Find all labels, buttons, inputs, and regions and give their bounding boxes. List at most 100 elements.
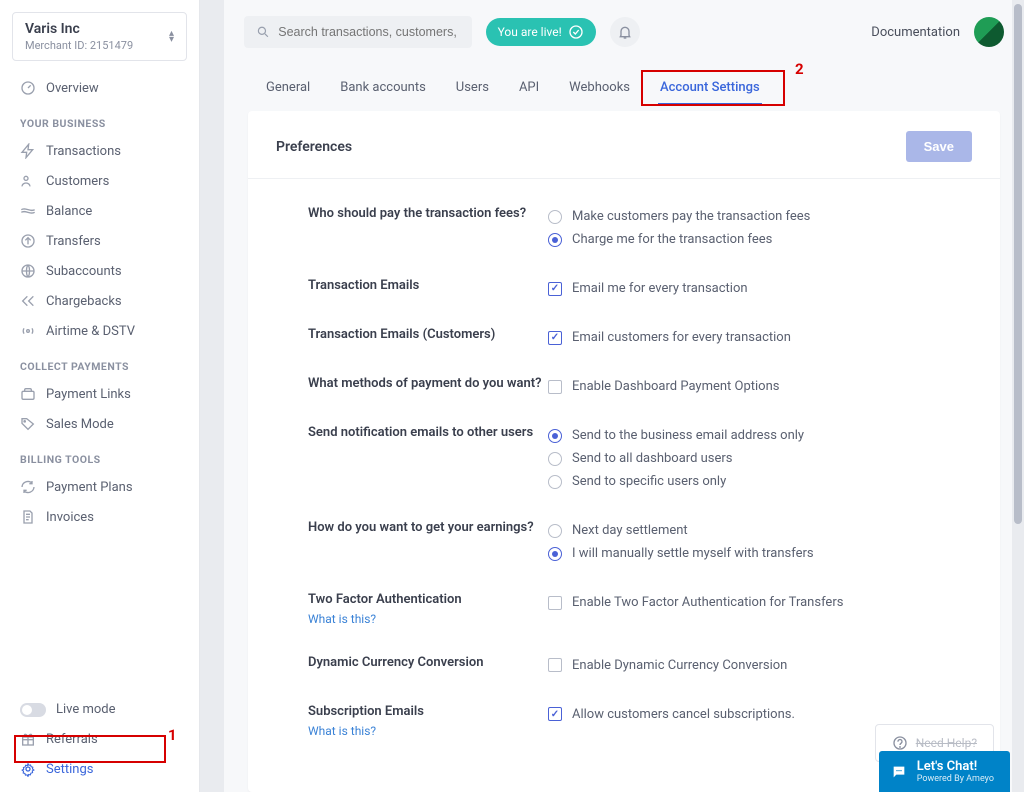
sidebar-item-label: Payment Plans bbox=[46, 480, 133, 495]
sidebar-item-airtime[interactable]: Airtime & DSTV bbox=[0, 316, 199, 346]
sidebar-item-overview[interactable]: Overview bbox=[0, 73, 199, 103]
chevron-updown-icon: ▴▾ bbox=[169, 31, 174, 43]
sidebar-item-customers[interactable]: Customers bbox=[0, 166, 199, 196]
globe-icon bbox=[20, 263, 36, 279]
sidebar-item-label: Customers bbox=[46, 174, 109, 189]
opt-methods[interactable]: Enable Dashboard Payment Options bbox=[548, 375, 972, 398]
wallet-icon bbox=[20, 203, 36, 219]
opt-tx-emails[interactable]: Email me for every transaction bbox=[548, 277, 972, 300]
sidebar-item-label: Sales Mode bbox=[46, 417, 114, 432]
sidebar-item-payment-plans[interactable]: Payment Plans bbox=[0, 472, 199, 502]
opt-twofa[interactable]: Enable Two Factor Authentication for Tra… bbox=[548, 591, 972, 614]
tab-account-settings[interactable]: Account Settings bbox=[658, 74, 762, 105]
opt-earnings-manual[interactable]: I will manually settle myself with trans… bbox=[548, 542, 972, 565]
pref-label-twofa: Two Factor AuthenticationWhat is this? bbox=[308, 591, 548, 628]
bolt-icon bbox=[20, 143, 36, 159]
save-button[interactable]: Save bbox=[906, 131, 972, 162]
sidebar-item-label: Airtime & DSTV bbox=[46, 324, 135, 339]
help-circle-icon bbox=[892, 735, 908, 751]
sidebar-section-collect: COLLECT PAYMENTS bbox=[0, 346, 199, 379]
opt-tx-emails-cust[interactable]: Email customers for every transaction bbox=[548, 326, 972, 349]
sidebar-item-chargebacks[interactable]: Chargebacks bbox=[0, 286, 199, 316]
sidebar-item-label: Balance bbox=[46, 204, 92, 219]
radio-icon bbox=[548, 475, 562, 489]
transfer-icon bbox=[20, 233, 36, 249]
pref-label-tx-emails: Transaction Emails bbox=[308, 277, 548, 300]
tab-bank-accounts[interactable]: Bank accounts bbox=[338, 74, 428, 105]
search-icon bbox=[256, 24, 270, 40]
sidebar-item-label: Transactions bbox=[46, 144, 121, 159]
sidebar-item-transfers[interactable]: Transfers bbox=[0, 226, 199, 256]
radio-icon bbox=[548, 524, 562, 538]
documentation-link[interactable]: Documentation bbox=[871, 25, 960, 40]
live-pill[interactable]: You are live! bbox=[486, 18, 596, 46]
gift-icon bbox=[20, 731, 36, 747]
opt-fees-customers[interactable]: Make customers pay the transaction fees bbox=[548, 205, 972, 228]
opt-fees-me[interactable]: Charge me for the transaction fees bbox=[548, 228, 972, 251]
sidebar-item-invoices[interactable]: Invoices bbox=[0, 502, 199, 532]
tab-webhooks[interactable]: Webhooks bbox=[567, 74, 632, 105]
avatar[interactable] bbox=[974, 17, 1004, 47]
checkbox-icon bbox=[548, 282, 562, 296]
sidebar-item-transactions[interactable]: Transactions bbox=[0, 136, 199, 166]
radio-icon bbox=[548, 210, 562, 224]
search-input[interactable] bbox=[278, 25, 459, 39]
sidebar-item-payment-links[interactable]: Payment Links bbox=[0, 379, 199, 409]
gear-icon bbox=[20, 761, 36, 777]
merchant-selector[interactable]: Varis Inc Merchant ID: 2151479 ▴▾ bbox=[12, 12, 187, 61]
sub-help-link[interactable]: What is this? bbox=[308, 723, 548, 740]
radio-icon bbox=[548, 547, 562, 561]
sidebar-item-label: Transfers bbox=[46, 234, 101, 249]
notifications-button[interactable] bbox=[610, 17, 640, 47]
scrollbar-thumb[interactable] bbox=[1014, 4, 1022, 524]
annotation-number-2: 2 bbox=[795, 60, 804, 78]
chat-title: Let's Chat! bbox=[917, 759, 994, 774]
radio-icon bbox=[548, 429, 562, 443]
opt-notif-specific[interactable]: Send to specific users only bbox=[548, 470, 972, 493]
checkbox-icon bbox=[548, 596, 562, 610]
merchant-id: Merchant ID: 2151479 bbox=[25, 39, 133, 52]
gauge-icon bbox=[20, 80, 36, 96]
tab-users[interactable]: Users bbox=[454, 74, 491, 105]
sidebar-item-balance[interactable]: Balance bbox=[0, 196, 199, 226]
main-area: You are live! Documentation General Bank… bbox=[224, 0, 1024, 792]
sidebar-item-settings[interactable]: Settings bbox=[0, 754, 199, 784]
opt-notif-all[interactable]: Send to all dashboard users bbox=[548, 447, 972, 470]
checkbox-icon bbox=[548, 707, 562, 721]
pref-label-fees: Who should pay the transaction fees? bbox=[308, 205, 548, 251]
sidebar-section-business: YOUR BUSINESS bbox=[0, 103, 199, 136]
chat-sub: Powered By Ameyo bbox=[917, 774, 994, 784]
opt-notif-business[interactable]: Send to the business email address only bbox=[548, 424, 972, 447]
preferences-card: Preferences Save Who should pay the tran… bbox=[248, 111, 1000, 792]
merchant-name: Varis Inc bbox=[25, 21, 133, 37]
opt-earnings-nextday[interactable]: Next day settlement bbox=[548, 519, 972, 542]
pref-label-tx-emails-cust: Transaction Emails (Customers) bbox=[308, 326, 548, 349]
tab-general[interactable]: General bbox=[264, 74, 312, 105]
sidebar-item-label: Referrals bbox=[46, 732, 98, 747]
sidebar-item-label: Invoices bbox=[46, 510, 94, 525]
cycle-icon bbox=[20, 479, 36, 495]
sidebar-item-live-mode[interactable]: Live mode bbox=[0, 695, 199, 724]
scrollbar[interactable] bbox=[1012, 0, 1024, 792]
settings-tabs: General Bank accounts Users API Webhooks… bbox=[224, 56, 1024, 105]
annotation-number-1: 1 bbox=[168, 726, 177, 744]
card-title: Preferences bbox=[276, 139, 352, 155]
search-box[interactable] bbox=[244, 16, 472, 48]
tag-icon bbox=[20, 416, 36, 432]
link-icon bbox=[20, 386, 36, 402]
twofa-help-link[interactable]: What is this? bbox=[308, 611, 548, 628]
pref-label-methods: What methods of payment do you want? bbox=[308, 375, 548, 398]
opt-dcc[interactable]: Enable Dynamic Currency Conversion bbox=[548, 654, 972, 677]
opt-sub[interactable]: Allow customers cancel subscriptions. bbox=[548, 703, 972, 726]
tab-api[interactable]: API bbox=[517, 74, 541, 105]
document-icon bbox=[20, 509, 36, 525]
radio-icon bbox=[548, 452, 562, 466]
toggle-icon[interactable] bbox=[20, 703, 46, 717]
sidebar-item-subaccounts[interactable]: Subaccounts bbox=[0, 256, 199, 286]
divider bbox=[200, 0, 224, 792]
sidebar-item-label: Overview bbox=[46, 81, 99, 96]
sidebar-item-label: Subaccounts bbox=[46, 264, 122, 279]
sidebar-item-sales-mode[interactable]: Sales Mode bbox=[0, 409, 199, 439]
sidebar-item-label: Settings bbox=[46, 762, 93, 777]
chat-widget[interactable]: Let's Chat! Powered By Ameyo bbox=[879, 751, 1010, 792]
